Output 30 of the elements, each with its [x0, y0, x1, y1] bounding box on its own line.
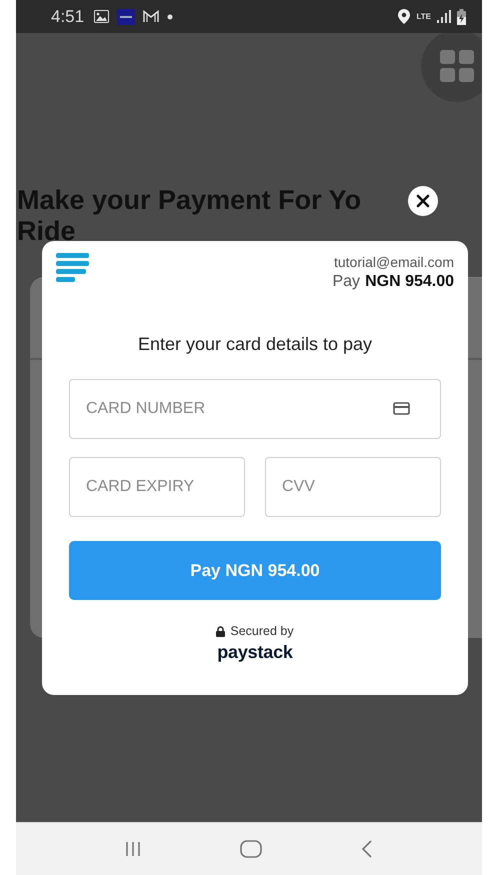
- card-expiry-field[interactable]: CARD EXPIRY: [69, 457, 245, 517]
- cvv-field[interactable]: CVV: [265, 457, 441, 517]
- secured-by-label: Secured by: [230, 624, 294, 638]
- logo-icon: [56, 253, 90, 283]
- location-pin-icon: [398, 9, 410, 24]
- page-heading-line: Make your Payment For Yo: [17, 185, 362, 216]
- brand-logo-text: paystack: [216, 642, 294, 663]
- signal-icon: [437, 10, 451, 23]
- page-heading-line: Ride: [17, 216, 76, 247]
- grid-icon: [440, 50, 474, 82]
- clock-time: 4:51: [51, 6, 84, 26]
- card-icon: [393, 402, 410, 415]
- card-details-title: Enter your card details to pay: [136, 334, 374, 355]
- back-icon[interactable]: [360, 840, 373, 858]
- recent-apps-icon[interactable]: [125, 841, 142, 857]
- network-type: LTE: [416, 12, 431, 20]
- dot-icon: [167, 14, 174, 20]
- pay-label: Pay: [332, 272, 360, 291]
- home-icon[interactable]: [240, 840, 262, 858]
- customer-email: tutorial@email.com: [332, 253, 454, 272]
- lock-icon: [216, 626, 226, 636]
- card-number-field[interactable]: CARD NUMBER: [69, 379, 441, 439]
- pay-amount: NGN 954.00: [365, 272, 454, 291]
- close-button[interactable]: [408, 186, 438, 216]
- app-notification-icon: [117, 8, 136, 24]
- image-icon: [94, 10, 110, 23]
- pay-button[interactable]: Pay NGN 954.00: [69, 541, 441, 600]
- battery-charging-icon: [457, 8, 466, 24]
- mail-icon: [143, 10, 160, 23]
- close-icon: [416, 194, 430, 208]
